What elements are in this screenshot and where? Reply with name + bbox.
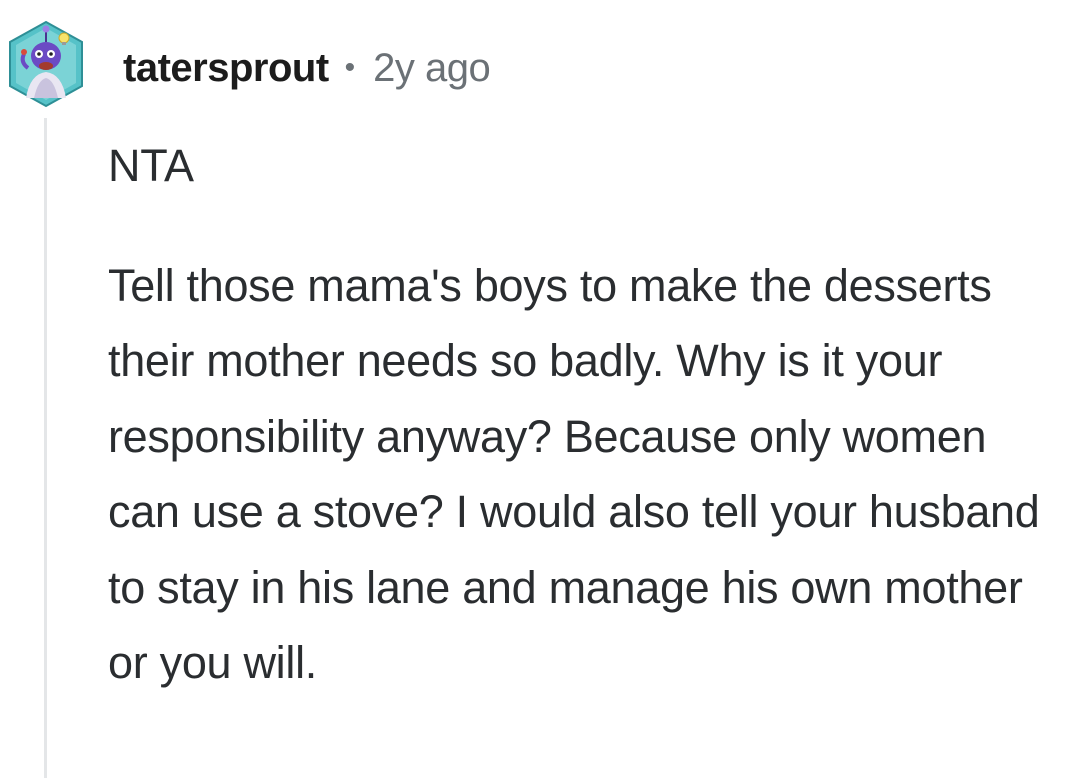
comment-header: tatersprout • 2y ago <box>123 44 491 92</box>
comment-paragraph-1: NTA <box>108 140 194 191</box>
username-link[interactable]: tatersprout <box>123 46 329 91</box>
meta-separator: • <box>344 51 356 84</box>
comment-body: NTA Tell those mama's boys to make the d… <box>108 128 1068 701</box>
user-avatar[interactable] <box>6 18 86 110</box>
thread-collapse-line[interactable] <box>44 118 47 778</box>
timestamp[interactable]: 2y ago <box>373 46 491 91</box>
comment-paragraph-2: Tell those mama's boys to make the desse… <box>108 259 1040 689</box>
snoo-avatar-icon <box>9 20 83 108</box>
comment: tatersprout • 2y ago NTA Tell those mama… <box>0 0 1080 778</box>
